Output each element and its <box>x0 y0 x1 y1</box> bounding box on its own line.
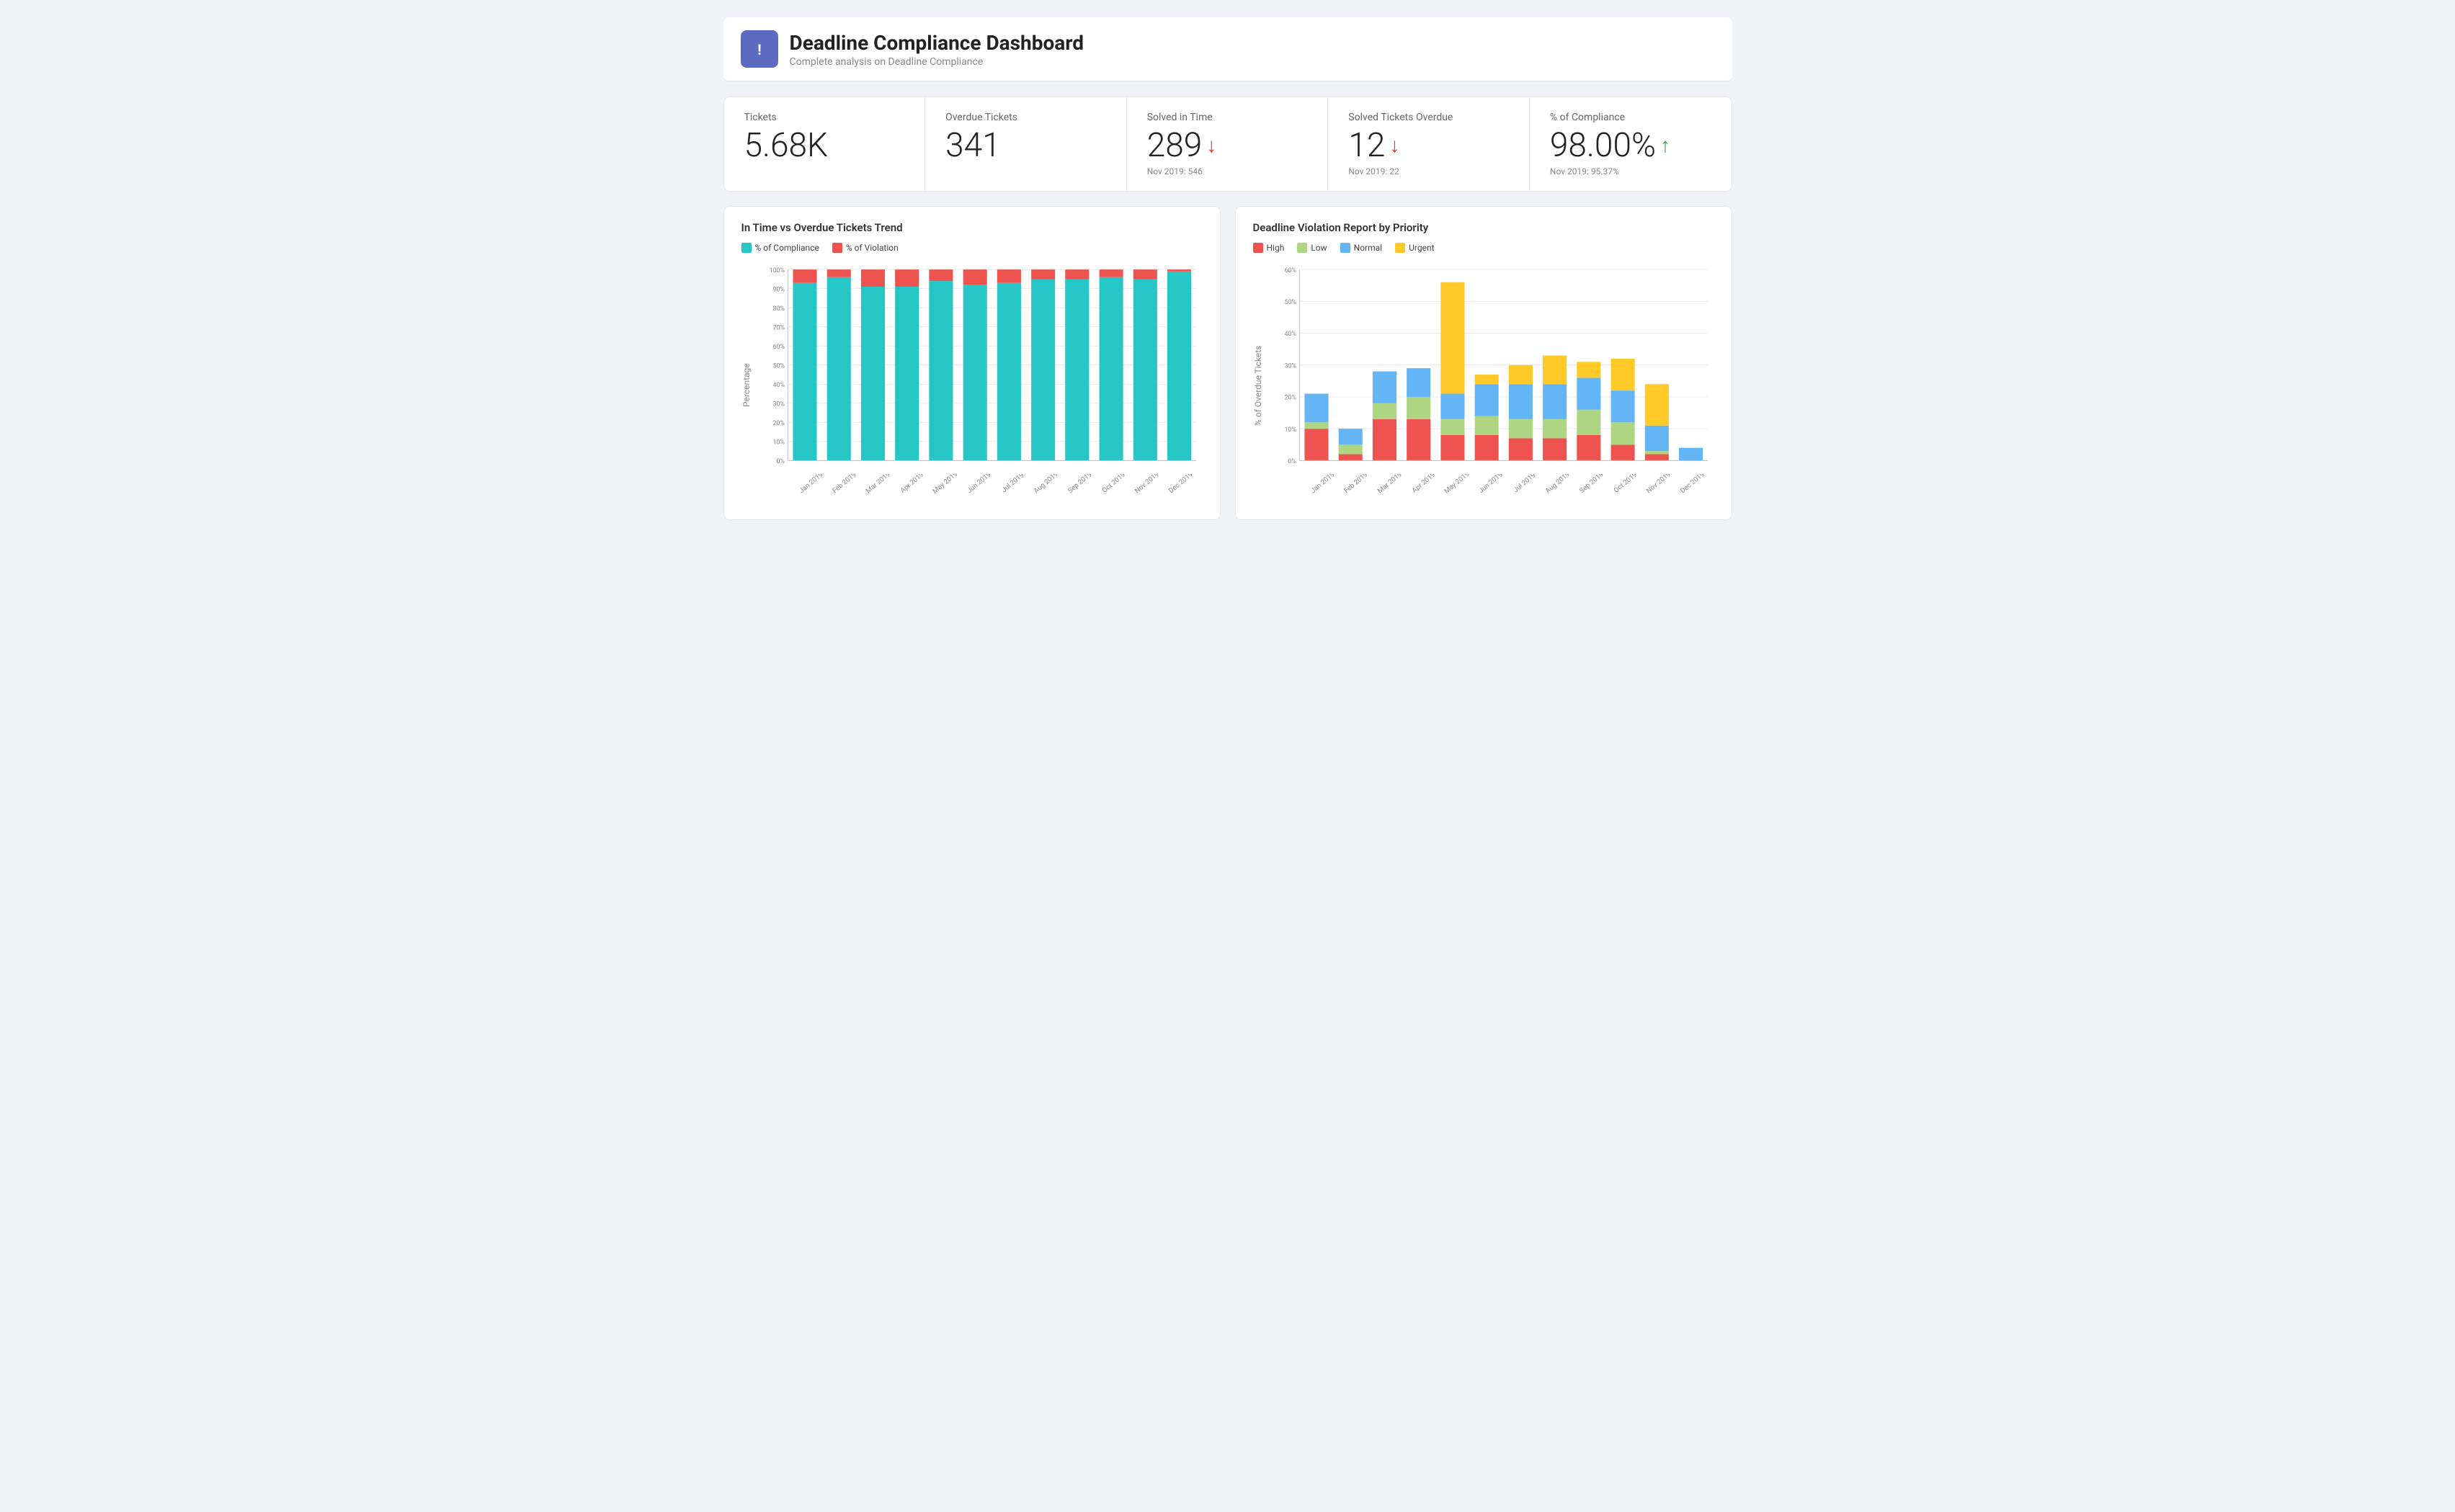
compliance-color-box <box>741 243 752 253</box>
right-chart-card: Deadline Violation Report by Priority Hi… <box>1235 206 1732 520</box>
kpi-overdue-value: 341 <box>945 129 1106 162</box>
kpi-overdue: Overdue Tickets 341 <box>925 97 1127 191</box>
page-title: Deadline Compliance Dashboard <box>790 31 1084 55</box>
legend-normal: Normal <box>1340 243 1382 253</box>
dashboard-icon: ! <box>741 30 778 68</box>
legend-urgent: Urgent <box>1395 243 1434 253</box>
legend-high-label: High <box>1267 243 1285 253</box>
legend-compliance-label: % of Compliance <box>755 243 819 253</box>
left-y-axis-label: Percentage <box>741 263 752 508</box>
legend-normal-label: Normal <box>1354 243 1382 253</box>
kpi-compliance-pct-sub: Nov 2019: 95.37% <box>1550 166 1711 176</box>
svg-text:0%: 0% <box>776 458 785 465</box>
header-text: Deadline Compliance Dashboard Complete a… <box>790 31 1084 68</box>
svg-text:20%: 20% <box>772 420 785 427</box>
right-chart-title: Deadline Violation Report by Priority <box>1253 221 1714 234</box>
right-y-axis-label: % of Overdue Tickets <box>1253 263 1263 508</box>
left-chart-inner: 0% 10% 20% 30% 40% 50% 60% 70% 80% 90% 100% Jan 20… <box>757 263 1203 508</box>
svg-text:30%: 30% <box>772 401 785 408</box>
left-chart-card: In Time vs Overdue Tickets Trend % of Co… <box>723 206 1221 520</box>
svg-text:50%: 50% <box>772 362 785 370</box>
svg-text:50%: 50% <box>1284 299 1296 306</box>
high-color-box <box>1253 243 1263 253</box>
svg-text:60%: 60% <box>1284 267 1296 274</box>
kpi-solved-time-value: 289 ↓ <box>1147 129 1308 162</box>
up-arrow-icon: ↑ <box>1660 135 1670 156</box>
legend-low: Low <box>1297 243 1327 253</box>
left-chart-title: In Time vs Overdue Tickets Trend <box>741 221 1203 234</box>
violation-color-box <box>832 243 842 253</box>
svg-text:30%: 30% <box>1284 362 1296 370</box>
legend-urgent-label: Urgent <box>1409 243 1434 253</box>
dashboard: ! Deadline Compliance Dashboard Complete… <box>723 17 1732 520</box>
svg-text:80%: 80% <box>772 305 785 313</box>
svg-text:60%: 60% <box>772 344 785 351</box>
low-color-box <box>1297 243 1307 253</box>
kpi-solved-time-label: Solved in Time <box>1147 112 1308 123</box>
svg-text:90%: 90% <box>772 286 785 293</box>
svg-text:40%: 40% <box>1284 331 1296 338</box>
left-chart-area: Percentage 0% 10% 20% 30% 40% 50% 60% 70% 80% 90%… <box>741 263 1203 508</box>
legend-violation: % of Violation <box>832 243 899 253</box>
svg-text:10%: 10% <box>1284 426 1296 434</box>
kpi-compliance-pct-value: 98.00% ↑ <box>1550 129 1711 162</box>
svg-text:0%: 0% <box>1288 458 1296 465</box>
left-x-labels: Jan 2019Feb 2019Mar 2019Apr 2019May 2019… <box>757 474 1203 508</box>
kpi-tickets-value: 5.68K <box>744 129 905 162</box>
svg-text:70%: 70% <box>772 324 785 331</box>
kpi-solved-overdue-sub: Nov 2019: 22 <box>1348 166 1509 176</box>
page-subtitle: Complete analysis on Deadline Compliance <box>790 56 1084 68</box>
down-arrow2-icon: ↓ <box>1389 135 1399 156</box>
x-label: Dec 2019 <box>1165 474 1202 508</box>
legend-high: High <box>1253 243 1285 253</box>
kpi-solved-overdue: Solved Tickets Overdue 12 ↓ Nov 2019: 22 <box>1328 97 1530 191</box>
right-chart-legend: High Low Normal Urgent <box>1253 243 1714 253</box>
kpi-overdue-label: Overdue Tickets <box>945 112 1106 123</box>
down-arrow-icon: ↓ <box>1206 135 1216 156</box>
urgent-color-box <box>1395 243 1405 253</box>
right-chart-area: % of Overdue Tickets 0% 10% 20% 30% 40% 50% 60… <box>1253 263 1714 508</box>
kpi-compliance-pct-label: % of Compliance <box>1550 112 1711 123</box>
kpi-solved-time-sub: Nov 2019: 546 <box>1147 166 1308 176</box>
svg-text:20%: 20% <box>1284 394 1296 401</box>
svg-text:40%: 40% <box>772 382 785 389</box>
left-bar-svg: 0% 10% 20% 30% 40% 50% 60% 70% 80% 90% 100% <box>757 263 1203 474</box>
right-chart-inner: 0% 10% 20% 30% 40% 50% 60% Jan 2019Feb 2019Mar… <box>1269 263 1714 508</box>
kpi-compliance-pct: % of Compliance 98.00% ↑ Nov 2019: 95.37… <box>1530 97 1732 191</box>
kpi-solved-overdue-value: 12 ↓ <box>1348 129 1509 162</box>
kpi-solved-time: Solved in Time 289 ↓ Nov 2019: 546 <box>1127 97 1329 191</box>
header: ! Deadline Compliance Dashboard Complete… <box>723 17 1732 82</box>
charts-row: In Time vs Overdue Tickets Trend % of Co… <box>723 206 1732 520</box>
kpi-tickets: Tickets 5.68K <box>724 97 926 191</box>
svg-text:!: ! <box>757 41 761 58</box>
kpi-tickets-label: Tickets <box>744 112 905 123</box>
legend-low-label: Low <box>1311 243 1327 253</box>
legend-violation-label: % of Violation <box>846 243 899 253</box>
kpi-solved-overdue-label: Solved Tickets Overdue <box>1348 112 1509 123</box>
x-label: Dec 2019 <box>1677 474 1714 508</box>
left-chart-legend: % of Compliance % of Violation <box>741 243 1203 253</box>
svg-text:10%: 10% <box>772 439 785 446</box>
legend-compliance: % of Compliance <box>741 243 819 253</box>
svg-text:100%: 100% <box>769 267 785 274</box>
right-x-labels: Jan 2019Feb 2019Mar 2019Apr 2019May 2019… <box>1269 474 1714 508</box>
right-bar-svg: 0% 10% 20% 30% 40% 50% 60% <box>1269 263 1714 474</box>
kpi-row: Tickets 5.68K Overdue Tickets 341 Solved… <box>723 97 1732 192</box>
normal-color-box <box>1340 243 1350 253</box>
